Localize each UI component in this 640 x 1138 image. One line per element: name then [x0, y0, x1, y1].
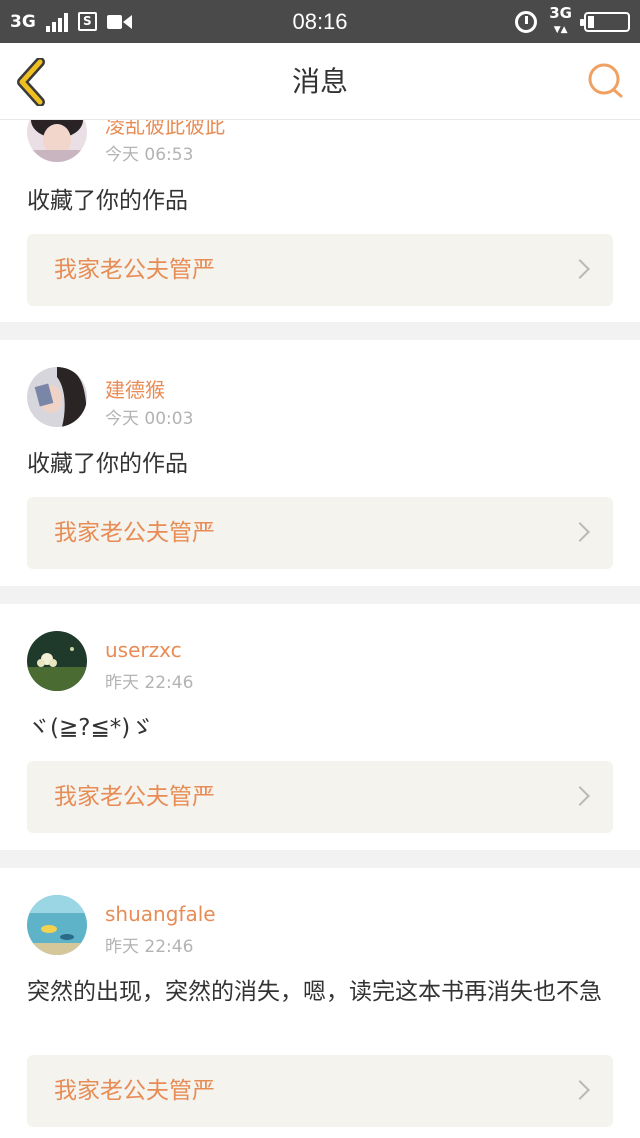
chevron-right-icon: [570, 786, 590, 806]
status-right: 3G ▼▲: [515, 0, 630, 43]
work-link[interactable]: 我家老公夫管严: [27, 761, 613, 833]
message-text: 收藏了你的作品: [27, 188, 188, 214]
work-title: 我家老公夫管严: [54, 257, 215, 283]
chevron-right-icon: [570, 522, 590, 542]
message-card: 建德猴 今天 00:03 收藏了你的作品 我家老公夫管严: [0, 340, 640, 586]
timestamp: 今天 06:53: [105, 145, 194, 165]
username[interactable]: 凌乱彼此彼此: [105, 120, 225, 139]
chevron-right-icon: [570, 1080, 590, 1100]
avatar[interactable]: [27, 120, 87, 162]
alarm-icon: [515, 10, 538, 33]
timestamp: 昨天 22:46: [105, 937, 194, 957]
username[interactable]: 建德猴: [105, 374, 165, 403]
battery-icon: [580, 11, 630, 32]
message-card: 凌乱彼此彼此 今天 06:53 收藏了你的作品 我家老公夫管严: [0, 120, 640, 322]
message-text: 突然的出现，突然的消失，嗯，读完这本书再消失也不急: [27, 979, 602, 1005]
page-title: 消息: [291, 65, 348, 98]
username[interactable]: shuangfale: [105, 902, 216, 926]
message-text: ヾ(≧?≦*)ゞ: [27, 715, 154, 741]
search-button[interactable]: [586, 61, 626, 101]
username[interactable]: userzxc: [105, 638, 182, 662]
timestamp: 今天 00:03: [105, 409, 194, 429]
timestamp: 昨天 22:46: [105, 673, 194, 693]
avatar[interactable]: [27, 367, 87, 427]
status-bar: 3G S 08:16 3G ▼▲: [0, 0, 640, 43]
work-title: 我家老公夫管严: [54, 520, 215, 546]
message-text: 收藏了你的作品: [27, 451, 188, 477]
work-title: 我家老公夫管严: [54, 784, 215, 810]
nav-bar: 消息: [0, 43, 640, 120]
work-title: 我家老公夫管严: [54, 1078, 215, 1104]
avatar[interactable]: [27, 895, 87, 955]
message-list[interactable]: 凌乱彼此彼此 今天 06:53 收藏了你的作品 我家老公夫管严 建德猴 今天 0…: [0, 120, 640, 1138]
work-link[interactable]: 我家老公夫管严: [27, 497, 613, 569]
chevron-right-icon: [570, 259, 590, 279]
work-link[interactable]: 我家老公夫管严: [27, 1055, 613, 1127]
avatar[interactable]: [27, 631, 87, 691]
search-icon: [588, 63, 623, 98]
network-type-label-right: 3G ▼▲: [549, 4, 572, 36]
message-card: shuangfale 昨天 22:46 突然的出现，突然的消失，嗯，读完这本书再…: [0, 868, 640, 1138]
message-card: userzxc 昨天 22:46 ヾ(≧?≦*)ゞ 我家老公夫管严: [0, 604, 640, 850]
work-link[interactable]: 我家老公夫管严: [27, 234, 613, 306]
